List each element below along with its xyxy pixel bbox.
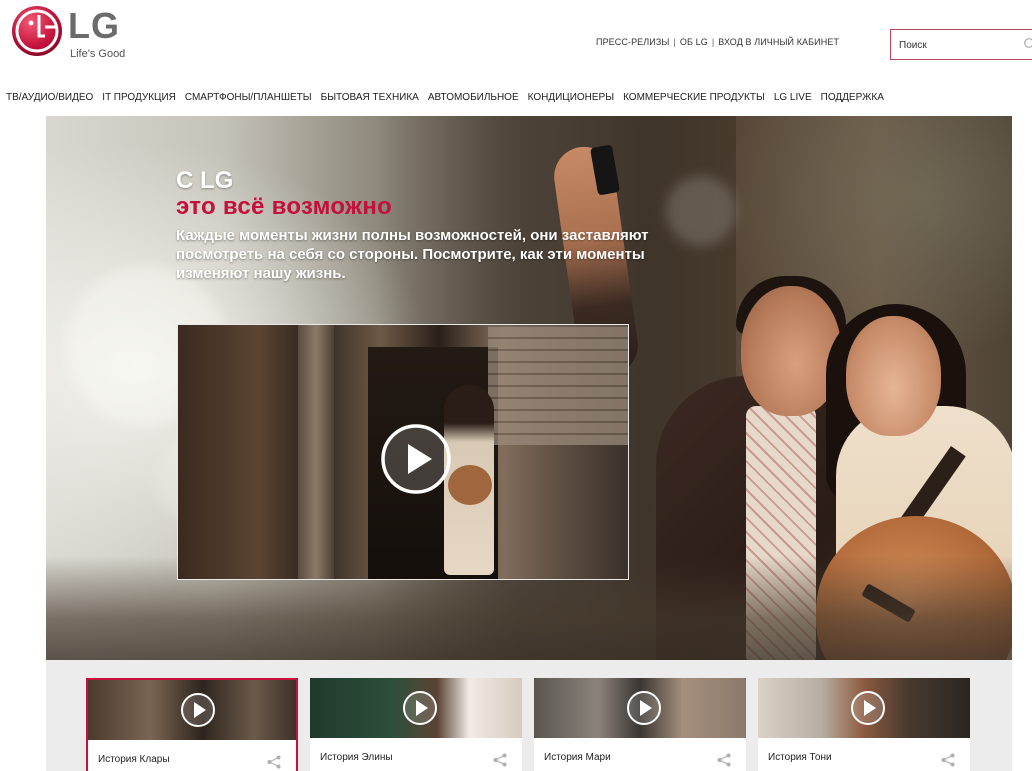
story-card-tony[interactable]: История Тони <box>758 678 970 771</box>
story-thumbnail <box>534 678 746 738</box>
logo-tagline: Life's Good <box>70 48 126 60</box>
story-thumbnail <box>88 680 296 740</box>
play-icon[interactable] <box>380 423 452 495</box>
link-separator: | <box>673 37 676 47</box>
about-lg-link[interactable]: ОБ LG <box>680 37 708 47</box>
nav-item-automotive[interactable]: АВТОМОБИЛЬНОЕ <box>428 92 519 108</box>
hero-woman-face <box>846 316 941 436</box>
share-icon[interactable] <box>716 752 732 768</box>
play-icon[interactable] <box>850 690 886 726</box>
hero-description: Каждые моменты жизни полны возможностей,… <box>176 227 649 282</box>
nav-item-lg-live[interactable]: LG LIVE <box>774 92 812 108</box>
hero-subtitle: это всё возможно <box>176 193 393 220</box>
play-icon[interactable] <box>402 690 438 726</box>
share-icon[interactable] <box>266 754 282 770</box>
nav-item-air-conditioners[interactable]: КОНДИЦИОНЕРЫ <box>528 92 614 108</box>
story-thumbnail <box>310 678 522 738</box>
share-icon[interactable] <box>940 752 956 768</box>
stories-strip: История Клары История Элины История Мари… <box>46 660 1012 771</box>
video-scene-brick-wall <box>488 325 628 445</box>
search-input[interactable] <box>899 32 1019 58</box>
press-releases-link[interactable]: ПРЕСС-РЕЛИЗЫ <box>596 37 669 47</box>
login-link[interactable]: ВХОД В ЛИЧНЫЙ КАБИНЕТ <box>718 37 839 47</box>
video-scene-pillar <box>298 325 334 579</box>
hero-title: С LG <box>176 167 234 194</box>
story-title: История Клары <box>98 754 170 765</box>
story-thumbnail <box>758 678 970 738</box>
story-card-mari[interactable]: История Мари <box>534 678 746 771</box>
hero-banner: С LG это всё возможно Каждые моменты жиз… <box>46 116 1012 660</box>
hero-video-player[interactable] <box>177 324 629 580</box>
nav-item-support[interactable]: ПОДДЕРЖКА <box>821 92 884 108</box>
video-scene-guitar <box>448 465 492 505</box>
main-nav: ТВ/АУДИО/ВИДЕО IT ПРОДУКЦИЯ СМАРТФОНЫ/ПЛ… <box>6 92 884 108</box>
lg-logo[interactable]: LG Life's Good <box>12 6 142 66</box>
nav-item-commercial[interactable]: КОММЕРЧЕСКИЕ ПРОДУКТЫ <box>623 92 765 108</box>
play-icon[interactable] <box>180 692 216 728</box>
share-icon[interactable] <box>492 752 508 768</box>
nav-item-it-products[interactable]: IT ПРОДУКЦИЯ <box>102 92 176 108</box>
nav-item-tv-audio-video[interactable]: ТВ/АУДИО/ВИДЕО <box>6 92 93 108</box>
hero-copy: С LG это всё возможно Каждые моменты жиз… <box>176 168 696 283</box>
story-title: История Тони <box>768 752 832 763</box>
logo-wordmark: LG <box>68 5 120 46</box>
utility-links: ПРЕСС-РЕЛИЗЫ | ОБ LG | ВХОД В ЛИЧНЫЙ КАБ… <box>596 37 839 47</box>
story-title: История Элины <box>320 752 393 763</box>
site-header: LG Life's Good ПРЕСС-РЕЛИЗЫ | ОБ LG | ВХ… <box>0 0 1032 80</box>
play-icon[interactable] <box>626 690 662 726</box>
story-title: История Мари <box>544 752 611 763</box>
search-icon[interactable] <box>1023 37 1032 51</box>
story-card-clara[interactable]: История Клары <box>86 678 298 771</box>
search-box <box>890 29 1032 60</box>
lg-face-logo-icon <box>12 6 62 56</box>
nav-item-smartphones-tablets[interactable]: СМАРТФОНЫ/ПЛАНШЕТЫ <box>185 92 312 108</box>
story-card-elina[interactable]: История Элины <box>310 678 522 771</box>
nav-item-home-appliances[interactable]: БЫТОВАЯ ТЕХНИКА <box>321 92 419 108</box>
link-separator: | <box>711 37 715 47</box>
